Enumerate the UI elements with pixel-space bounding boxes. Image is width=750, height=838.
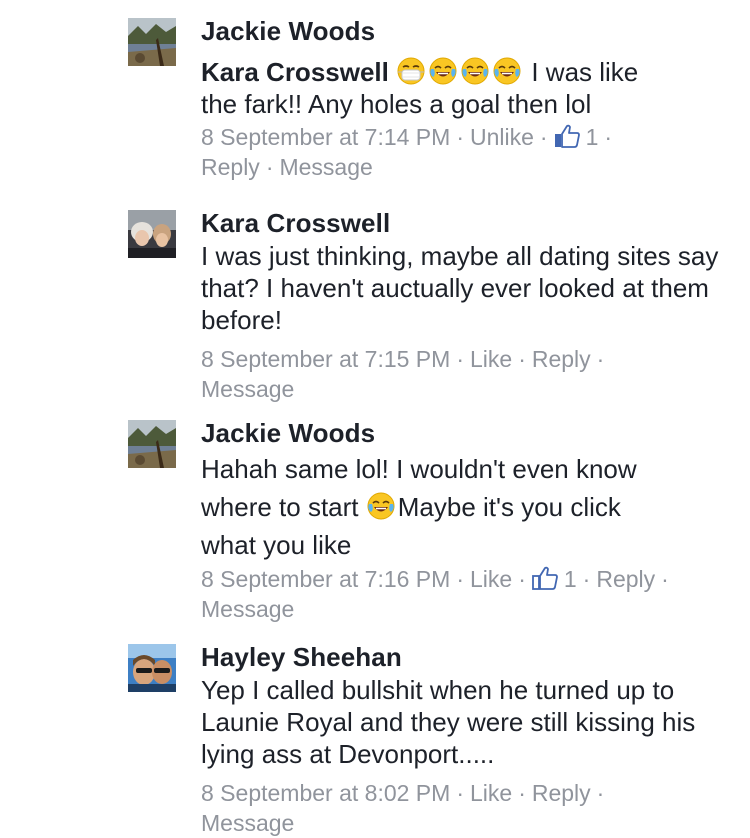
like-count[interactable]: 1 — [554, 124, 599, 150]
like-link[interactable]: Like — [470, 566, 512, 592]
message-link[interactable]: Message — [201, 376, 294, 402]
avatar[interactable] — [128, 644, 176, 692]
separator: · — [456, 124, 464, 150]
comment-text: Yep I called bullshit when he turned up … — [201, 675, 696, 769]
thumbs-up-icon — [554, 124, 580, 148]
comment-text: Kara Crosswell I was like the fark!! Any… — [201, 56, 741, 120]
comment-author[interactable]: Kara Crosswell — [201, 208, 741, 238]
timestamp[interactable]: 8 September at 8:02 PM — [201, 780, 450, 806]
comment-text-part: Hahah same lol! I wouldn't even know — [201, 454, 637, 484]
separator: · — [539, 124, 548, 150]
face-with-medical-mask-emoji — [396, 56, 426, 86]
reply-link[interactable]: Reply — [532, 346, 591, 372]
comment-actions: 8 September at 7:16 PM · Like · 1 · Reply · Mes… — [201, 564, 741, 624]
reply-link[interactable]: Reply — [201, 154, 260, 180]
comment-text-part: I was like — [531, 57, 639, 87]
avatar[interactable] — [128, 18, 176, 66]
comment-text-part: the fark!! Any holes a goal then lol — [201, 89, 592, 119]
message-link[interactable]: Message — [201, 810, 294, 836]
timestamp[interactable]: 8 September at 7:14 PM — [201, 124, 450, 150]
tears-of-joy-emoji — [366, 491, 396, 521]
like-count-value: 1 — [585, 124, 599, 150]
reply-link[interactable]: Reply — [532, 780, 591, 806]
timestamp[interactable]: 8 September at 7:16 PM — [201, 566, 450, 592]
separator: · — [582, 566, 591, 592]
separator: · — [518, 346, 526, 372]
tears-of-joy-emoji — [460, 56, 490, 86]
separator: · — [518, 780, 526, 806]
separator: · — [604, 124, 613, 150]
message-link[interactable]: Message — [279, 154, 372, 180]
timestamp[interactable]: 8 September at 7:15 PM — [201, 346, 450, 372]
comment-author[interactable]: Hayley Sheehan — [201, 642, 741, 672]
comment-text-part: where to start — [201, 492, 359, 522]
comment-actions: 8 September at 8:02 PM · Like · Reply · Messa… — [201, 778, 741, 838]
separator: · — [456, 566, 464, 592]
separator: · — [518, 566, 526, 592]
thumbs-up-icon — [532, 566, 558, 590]
avatar[interactable] — [128, 210, 176, 258]
separator: · — [456, 780, 464, 806]
like-link[interactable]: Like — [470, 346, 512, 372]
avatar[interactable] — [128, 420, 176, 468]
comment-author[interactable]: Jackie Woods — [201, 418, 741, 448]
reply-link[interactable]: Reply — [596, 566, 655, 592]
separator: · — [596, 346, 605, 372]
separator: · — [596, 780, 605, 806]
like-count[interactable]: 1 — [532, 566, 577, 592]
comment-author[interactable]: Jackie Woods — [201, 16, 741, 46]
comment-actions: 8 September at 7:14 PM · Unlike · 1 · Reply · M… — [201, 122, 741, 182]
like-link[interactable]: Like — [470, 780, 512, 806]
tears-of-joy-emoji — [428, 56, 458, 86]
separator: · — [456, 346, 464, 372]
comment-actions: 8 September at 7:15 PM · Like · Reply · Messa… — [201, 344, 741, 404]
like-count-value: 1 — [563, 566, 577, 592]
message-link[interactable]: Message — [201, 596, 294, 622]
separator: · — [265, 154, 274, 180]
comment-text: I was just thinking, maybe all dating si… — [201, 241, 719, 335]
mention-link[interactable]: Kara Crosswell — [201, 57, 389, 87]
separator: · — [661, 566, 669, 592]
tears-of-joy-emoji — [492, 56, 522, 86]
comment-text: Hahah same lol! I wouldn't even know whe… — [201, 450, 741, 564]
comment-text-part: Maybe it's you click — [397, 492, 621, 522]
unlike-link[interactable]: Unlike — [470, 124, 534, 150]
comment-text-part: what you like — [201, 530, 352, 560]
